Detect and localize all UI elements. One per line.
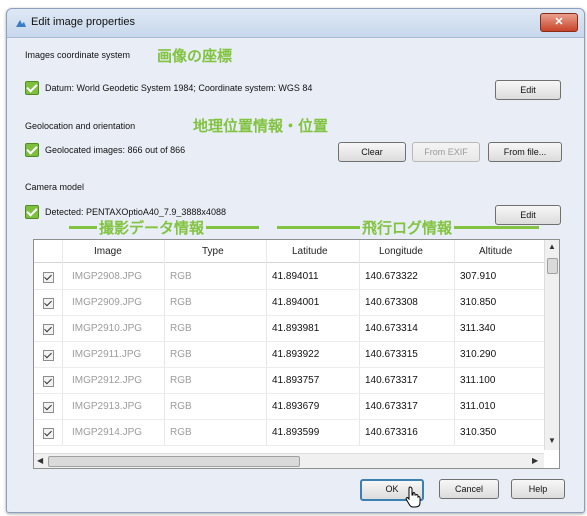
dialog-title: Edit image properties xyxy=(31,16,135,28)
row-checkbox[interactable] xyxy=(43,428,54,439)
scroll-down-icon[interactable]: ▼ xyxy=(548,436,556,445)
cell-type: RGB xyxy=(170,375,192,386)
cell-type: RGB xyxy=(170,297,192,308)
coordinate-system-label: Images coordinate system xyxy=(25,50,131,60)
row-checkbox[interactable] xyxy=(43,402,54,413)
title-bar[interactable]: Edit image properties ✕ xyxy=(7,9,584,38)
cell-latitude: 41.893757 xyxy=(272,375,320,386)
geolocated-checkbox[interactable] xyxy=(25,143,39,157)
cell-image: IMGP2912.JPG xyxy=(72,375,143,386)
cell-altitude: 307.910 xyxy=(460,271,497,282)
image-table[interactable]: Image Type Latitude Longitude Altitude I… xyxy=(33,239,560,469)
table-row[interactable]: IMGP2911.JPG RGB 41.893922 140.673315 31… xyxy=(34,341,544,368)
header-longitude[interactable]: Longitude xyxy=(379,246,423,257)
row-checkbox[interactable] xyxy=(43,376,54,387)
cell-latitude: 41.893981 xyxy=(272,323,320,334)
cell-longitude: 140.673317 xyxy=(365,375,418,386)
scroll-up-icon[interactable]: ▲ xyxy=(548,242,556,251)
from-exif-button[interactable]: From EXIF xyxy=(412,142,480,162)
vertical-scrollbar[interactable]: ▲ ▼ xyxy=(544,240,559,450)
cell-longitude: 140.673308 xyxy=(365,297,418,308)
cell-latitude: 41.893599 xyxy=(272,427,320,438)
table-row[interactable]: IMGP2908.JPG RGB 41.894011 140.673322 30… xyxy=(34,263,544,290)
annotation-coordinate: 画像の座標 xyxy=(157,48,233,65)
from-file-button[interactable]: From file... xyxy=(488,142,562,162)
close-button[interactable]: ✕ xyxy=(540,13,578,32)
cell-longitude: 140.673317 xyxy=(365,401,418,412)
table-row[interactable]: IMGP2913.JPG RGB 41.893679 140.673317 31… xyxy=(34,393,544,420)
edit-image-properties-dialog: Edit image properties ✕ Images coordinat… xyxy=(6,8,585,513)
cell-altitude: 311.340 xyxy=(460,323,496,334)
geolocated-status: Geolocated images: 866 out of 866 xyxy=(45,145,186,155)
cell-image: IMGP2908.JPG xyxy=(72,271,143,282)
table-row[interactable]: IMGP2910.JPG RGB 41.893981 140.673314 31… xyxy=(34,315,544,342)
cell-latitude: 41.893922 xyxy=(272,349,320,360)
cell-altitude: 310.290 xyxy=(460,349,497,360)
cell-altitude: 311.100 xyxy=(460,375,496,386)
cell-altitude: 311.010 xyxy=(460,401,496,412)
clear-button[interactable]: Clear xyxy=(338,142,406,162)
row-checkbox[interactable] xyxy=(43,272,54,283)
table-row[interactable]: IMGP2912.JPG RGB 41.893757 140.673317 31… xyxy=(34,367,544,394)
geolocation-label: Geolocation and orientation xyxy=(25,121,136,131)
cell-type: RGB xyxy=(170,323,192,334)
cell-image: IMGP2910.JPG xyxy=(72,323,143,334)
cell-longitude: 140.673314 xyxy=(365,323,418,334)
cell-latitude: 41.893679 xyxy=(272,401,320,412)
cancel-button[interactable]: Cancel xyxy=(439,479,499,499)
cell-image: IMGP2913.JPG xyxy=(72,401,143,412)
help-button[interactable]: Help xyxy=(511,479,565,499)
datum-checkbox[interactable] xyxy=(25,81,39,95)
table-row[interactable]: IMGP2909.JPG RGB 41.894001 140.673308 31… xyxy=(34,289,544,316)
header-altitude[interactable]: Altitude xyxy=(479,246,512,257)
app-icon xyxy=(16,20,26,27)
horizontal-scroll-thumb[interactable] xyxy=(48,456,300,467)
horizontal-scrollbar[interactable]: ◀ ▶ xyxy=(34,453,544,468)
annotation-geolocation: 地理位置情報・位置 xyxy=(193,118,329,135)
cell-type: RGB xyxy=(170,349,192,360)
header-latitude[interactable]: Latitude xyxy=(292,246,328,257)
hand-cursor-icon xyxy=(405,486,421,508)
table-header: Image Type Latitude Longitude Altitude xyxy=(34,240,544,263)
cell-latitude: 41.894011 xyxy=(272,271,319,282)
camera-detected-text: Detected: PENTAXOptioA40_7.9_3888x4088 xyxy=(45,207,226,217)
cell-image: IMGP2911.JPG xyxy=(72,349,142,360)
camera-edit-button[interactable]: Edit xyxy=(495,205,561,225)
camera-model-label: Camera model xyxy=(25,182,85,192)
cell-image: IMGP2909.JPG xyxy=(72,297,143,308)
cell-longitude: 140.673322 xyxy=(365,271,418,282)
cell-longitude: 140.673316 xyxy=(365,427,418,438)
cell-image: IMGP2914.JPG xyxy=(72,427,143,438)
cell-type: RGB xyxy=(170,271,192,282)
scroll-right-icon[interactable]: ▶ xyxy=(532,456,538,465)
annotation-flight-log: 飛行ログ情報 xyxy=(360,217,455,238)
cell-latitude: 41.894001 xyxy=(272,297,320,308)
row-checkbox[interactable] xyxy=(43,324,54,335)
coord-edit-button[interactable]: Edit xyxy=(495,80,561,100)
header-type[interactable]: Type xyxy=(202,246,224,257)
scroll-left-icon[interactable]: ◀ xyxy=(37,456,43,465)
camera-checkbox[interactable] xyxy=(25,205,39,219)
cell-type: RGB xyxy=(170,427,192,438)
table-row[interactable]: IMGP2914.JPG RGB 41.893599 140.673316 31… xyxy=(34,419,544,446)
row-checkbox[interactable] xyxy=(43,298,54,309)
cell-altitude: 310.850 xyxy=(460,297,497,308)
annotation-photo-data: 撮影データ情報 xyxy=(97,217,207,238)
cell-longitude: 140.673315 xyxy=(365,349,418,360)
cell-altitude: 310.350 xyxy=(460,427,497,438)
row-checkbox[interactable] xyxy=(43,350,54,361)
header-image[interactable]: Image xyxy=(94,246,122,257)
cell-type: RGB xyxy=(170,401,192,412)
vertical-scroll-thumb[interactable] xyxy=(547,258,558,274)
datum-text: Datum: World Geodetic System 1984; Coord… xyxy=(45,83,313,93)
